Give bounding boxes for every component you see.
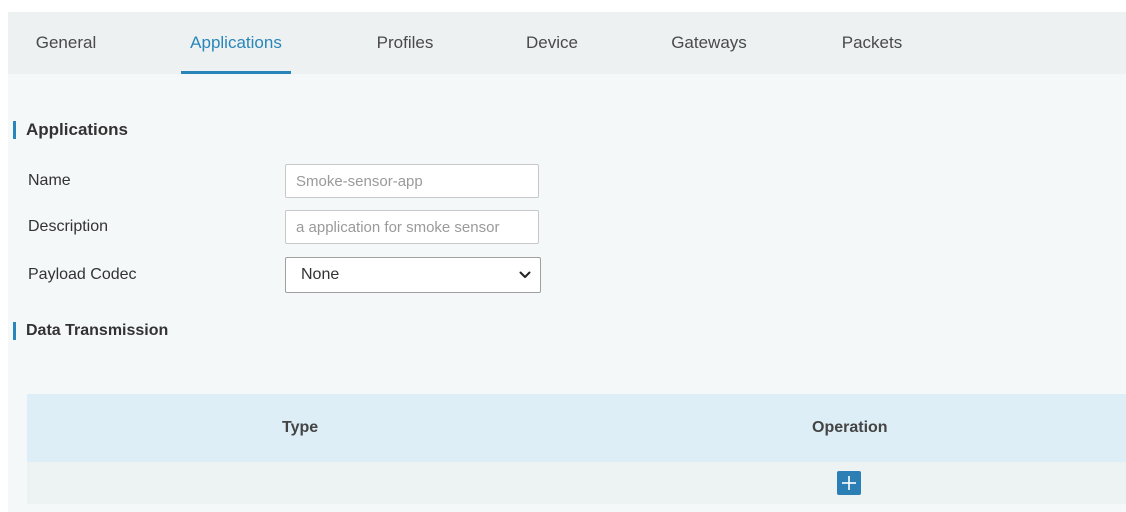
application-settings-page: General Applications Profiles Device Gat… — [0, 0, 1126, 512]
column-header-type: Type — [282, 419, 319, 436]
applications-section-title: Applications — [13, 121, 128, 139]
tab-device[interactable]: Device — [524, 12, 580, 74]
tab-general[interactable]: General — [33, 12, 99, 74]
tab-profiles[interactable]: Profiles — [374, 12, 436, 74]
description-label: Description — [28, 218, 109, 235]
table-header: Type Operation — [27, 394, 1126, 462]
plus-icon — [842, 476, 856, 490]
payload-codec-value: None — [301, 266, 340, 283]
name-label: Name — [28, 172, 71, 189]
column-header-operation: Operation — [812, 419, 888, 436]
name-input[interactable] — [285, 164, 539, 198]
chevron-down-icon — [519, 271, 531, 278]
description-input[interactable] — [285, 210, 539, 244]
tab-bar: General Applications Profiles Device Gat… — [8, 12, 1126, 74]
tab-applications[interactable]: Applications — [181, 12, 291, 74]
tab-packets[interactable]: Packets — [839, 12, 905, 74]
add-data-transmission-button[interactable] — [837, 471, 861, 495]
tab-gateways[interactable]: Gateways — [668, 12, 750, 74]
payload-codec-select[interactable]: None — [285, 257, 541, 293]
data-transmission-section-title: Data Transmission — [13, 322, 168, 340]
table-row — [27, 462, 1126, 504]
payload-codec-label: Payload Codec — [28, 266, 137, 283]
content-panel: Applications Name Description Payload Co… — [8, 74, 1126, 512]
